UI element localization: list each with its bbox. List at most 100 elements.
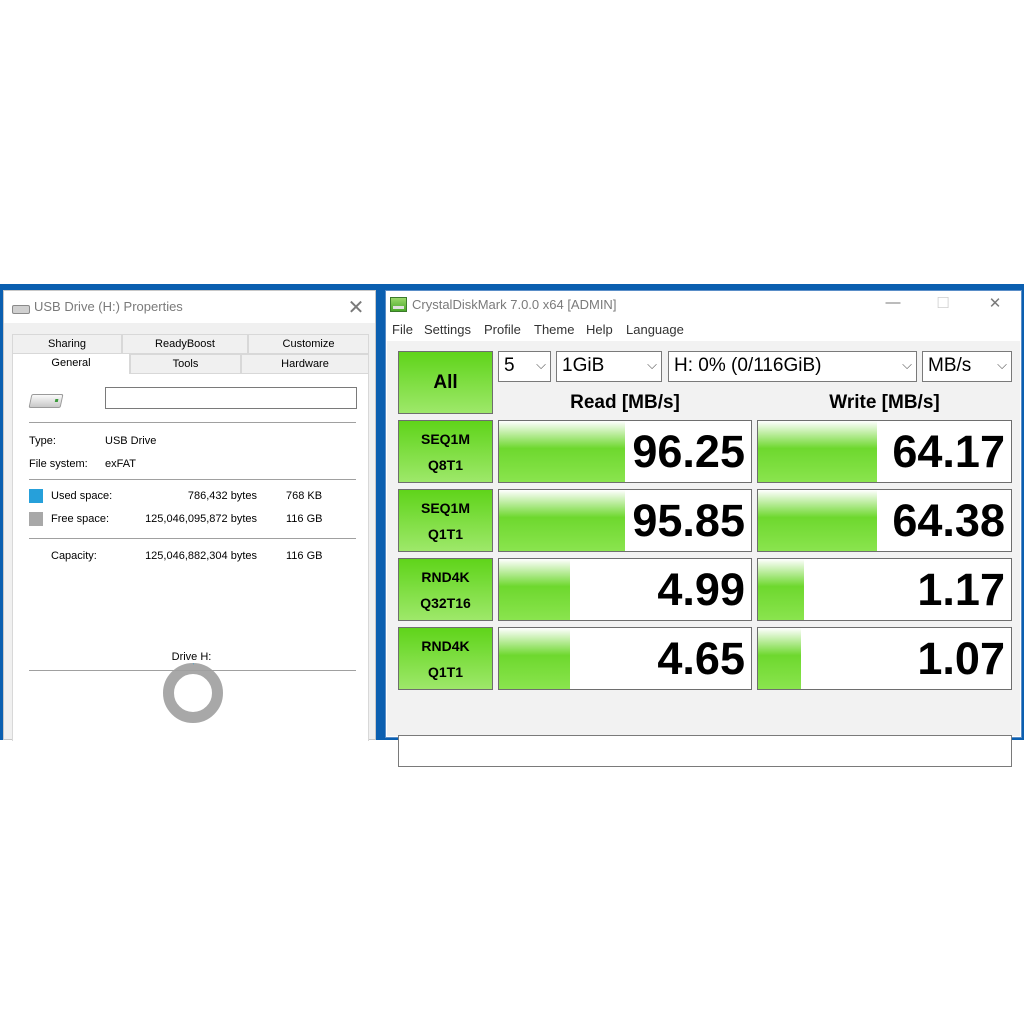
menu-bar: File Settings Profile Theme Help Languag… [386,319,1021,341]
test-button-seq1m-q1t1[interactable]: SEQ1M Q1T1 [398,489,493,552]
write-bar [758,559,804,620]
divider [29,538,356,539]
read-result: 4.99 [498,558,752,621]
test-name: RND4K [421,638,470,654]
write-result: 1.17 [757,558,1012,621]
tab-tools[interactable]: Tools [130,354,241,374]
read-bar [499,490,625,551]
drive-name-input[interactable] [105,387,357,409]
unit-value: MB/s [928,355,972,376]
write-result: 64.38 [757,489,1012,552]
divider [29,479,356,480]
used-space-swatch [29,489,43,503]
tab-hardware[interactable]: Hardware [241,354,369,374]
free-space-label: Free space: [51,513,110,525]
cdm-titlebar[interactable]: CrystalDiskMark 7.0.0 x64 [ADMIN] — ☐ ✕ [386,291,1021,319]
drive-label: Drive H: [171,651,212,663]
target-drive-select[interactable]: H: 0% (0/116GiB) ⌵ [668,351,917,382]
divider [29,422,356,423]
chevron-down-icon: ⌵ [536,357,546,372]
read-value: 95.85 [632,495,745,546]
read-value: 96.25 [632,426,745,477]
free-space-size: 116 GB [286,513,323,525]
crystaldiskmark-app-icon [390,297,407,312]
type-value: USB Drive [105,435,157,447]
menu-settings[interactable]: Settings [424,322,471,337]
read-result: 95.85 [498,489,752,552]
test-params: Q1T1 [427,526,463,542]
test-button-rnd4k-q1t1[interactable]: RND4K Q1T1 [398,627,493,690]
used-space-bytes: 786,432 bytes [187,490,257,502]
chevron-down-icon: ⌵ [997,357,1007,372]
properties-title: USB Drive (H:) Properties [34,299,183,314]
test-name: RND4K [421,569,470,585]
used-space-arc [163,663,223,723]
capacity-bytes: 125,046,882,304 bytes [145,550,257,562]
test-params: Q32T16 [420,595,471,611]
test-size-select[interactable]: 1GiB ⌵ [556,351,662,382]
properties-titlebar[interactable]: USB Drive (H:) Properties ✕ [4,291,375,323]
usb-drive-icon [28,394,64,408]
divider [29,670,356,671]
test-name: SEQ1M [420,431,470,447]
file-system-value: exFAT [105,458,136,470]
drive-properties-window: USB Drive (H:) Properties ✕ Sharing Read… [3,290,376,741]
target-drive-value: H: 0% (0/116GiB) [674,355,822,376]
tab-readyboost[interactable]: ReadyBoost [122,334,248,354]
menu-language[interactable]: Language [626,322,684,337]
tab-sharing[interactable]: Sharing [12,334,122,354]
chevron-down-icon: ⌵ [647,357,657,372]
test-button-seq1m-q8t1[interactable]: SEQ1M Q8T1 [398,420,493,483]
comment-input[interactable] [398,735,1012,767]
write-result: 64.17 [757,420,1012,483]
capacity-donut-chart [163,663,223,723]
write-value: 1.17 [917,564,1005,615]
read-value: 4.99 [657,564,745,615]
menu-profile[interactable]: Profile [484,322,521,337]
test-name: SEQ1M [420,500,470,516]
write-bar [758,628,801,689]
read-result: 96.25 [498,420,752,483]
test-count-select[interactable]: 5 ⌵ [498,351,551,382]
write-value: 64.17 [892,426,1005,477]
maximize-icon[interactable]: ☐ [928,294,958,312]
close-icon[interactable]: ✕ [980,294,1010,312]
read-bar [499,559,570,620]
used-space-size: 768 KB [286,490,323,502]
general-tab-panel: Type: USB Drive File system: exFAT Used … [12,373,369,741]
free-space-swatch [29,512,43,526]
crystaldiskmark-window: CrystalDiskMark 7.0.0 x64 [ADMIN] — ☐ ✕ … [385,290,1022,767]
file-system-label: File system: [29,458,88,470]
chevron-down-icon: ⌵ [902,357,912,372]
menu-help[interactable]: Help [586,322,613,337]
menu-theme[interactable]: Theme [534,322,574,337]
read-bar [499,421,625,482]
test-button-rnd4k-q32t16[interactable]: RND4K Q32T16 [398,558,493,621]
tab-general[interactable]: General [12,353,130,374]
read-bar [499,628,570,689]
capacity-label: Capacity: [51,550,97,562]
used-space-label: Used space: [51,490,113,502]
test-params: Q8T1 [427,457,463,473]
write-column-header: Write [MB/s] [829,392,940,413]
type-label: Type: [29,435,56,447]
minimize-icon[interactable]: — [878,294,908,311]
read-value: 4.65 [657,633,745,684]
write-value: 1.07 [917,633,1005,684]
usb-drive-icon [12,305,30,314]
run-all-button[interactable]: All [398,351,493,414]
free-space-bytes: 125,046,095,872 bytes [145,513,257,525]
unit-select[interactable]: MB/s ⌵ [922,351,1012,382]
read-result: 4.65 [498,627,752,690]
close-icon[interactable]: ✕ [345,295,367,320]
write-bar [758,490,877,551]
write-bar [758,421,877,482]
menu-file[interactable]: File [392,322,413,337]
read-column-header: Read [MB/s] [570,392,680,413]
tab-customize[interactable]: Customize [248,334,369,354]
test-count-value: 5 [504,355,515,376]
write-value: 64.38 [892,495,1005,546]
test-size-value: 1GiB [562,355,605,376]
test-params: Q1T1 [427,664,463,680]
capacity-size: 116 GB [286,550,323,562]
